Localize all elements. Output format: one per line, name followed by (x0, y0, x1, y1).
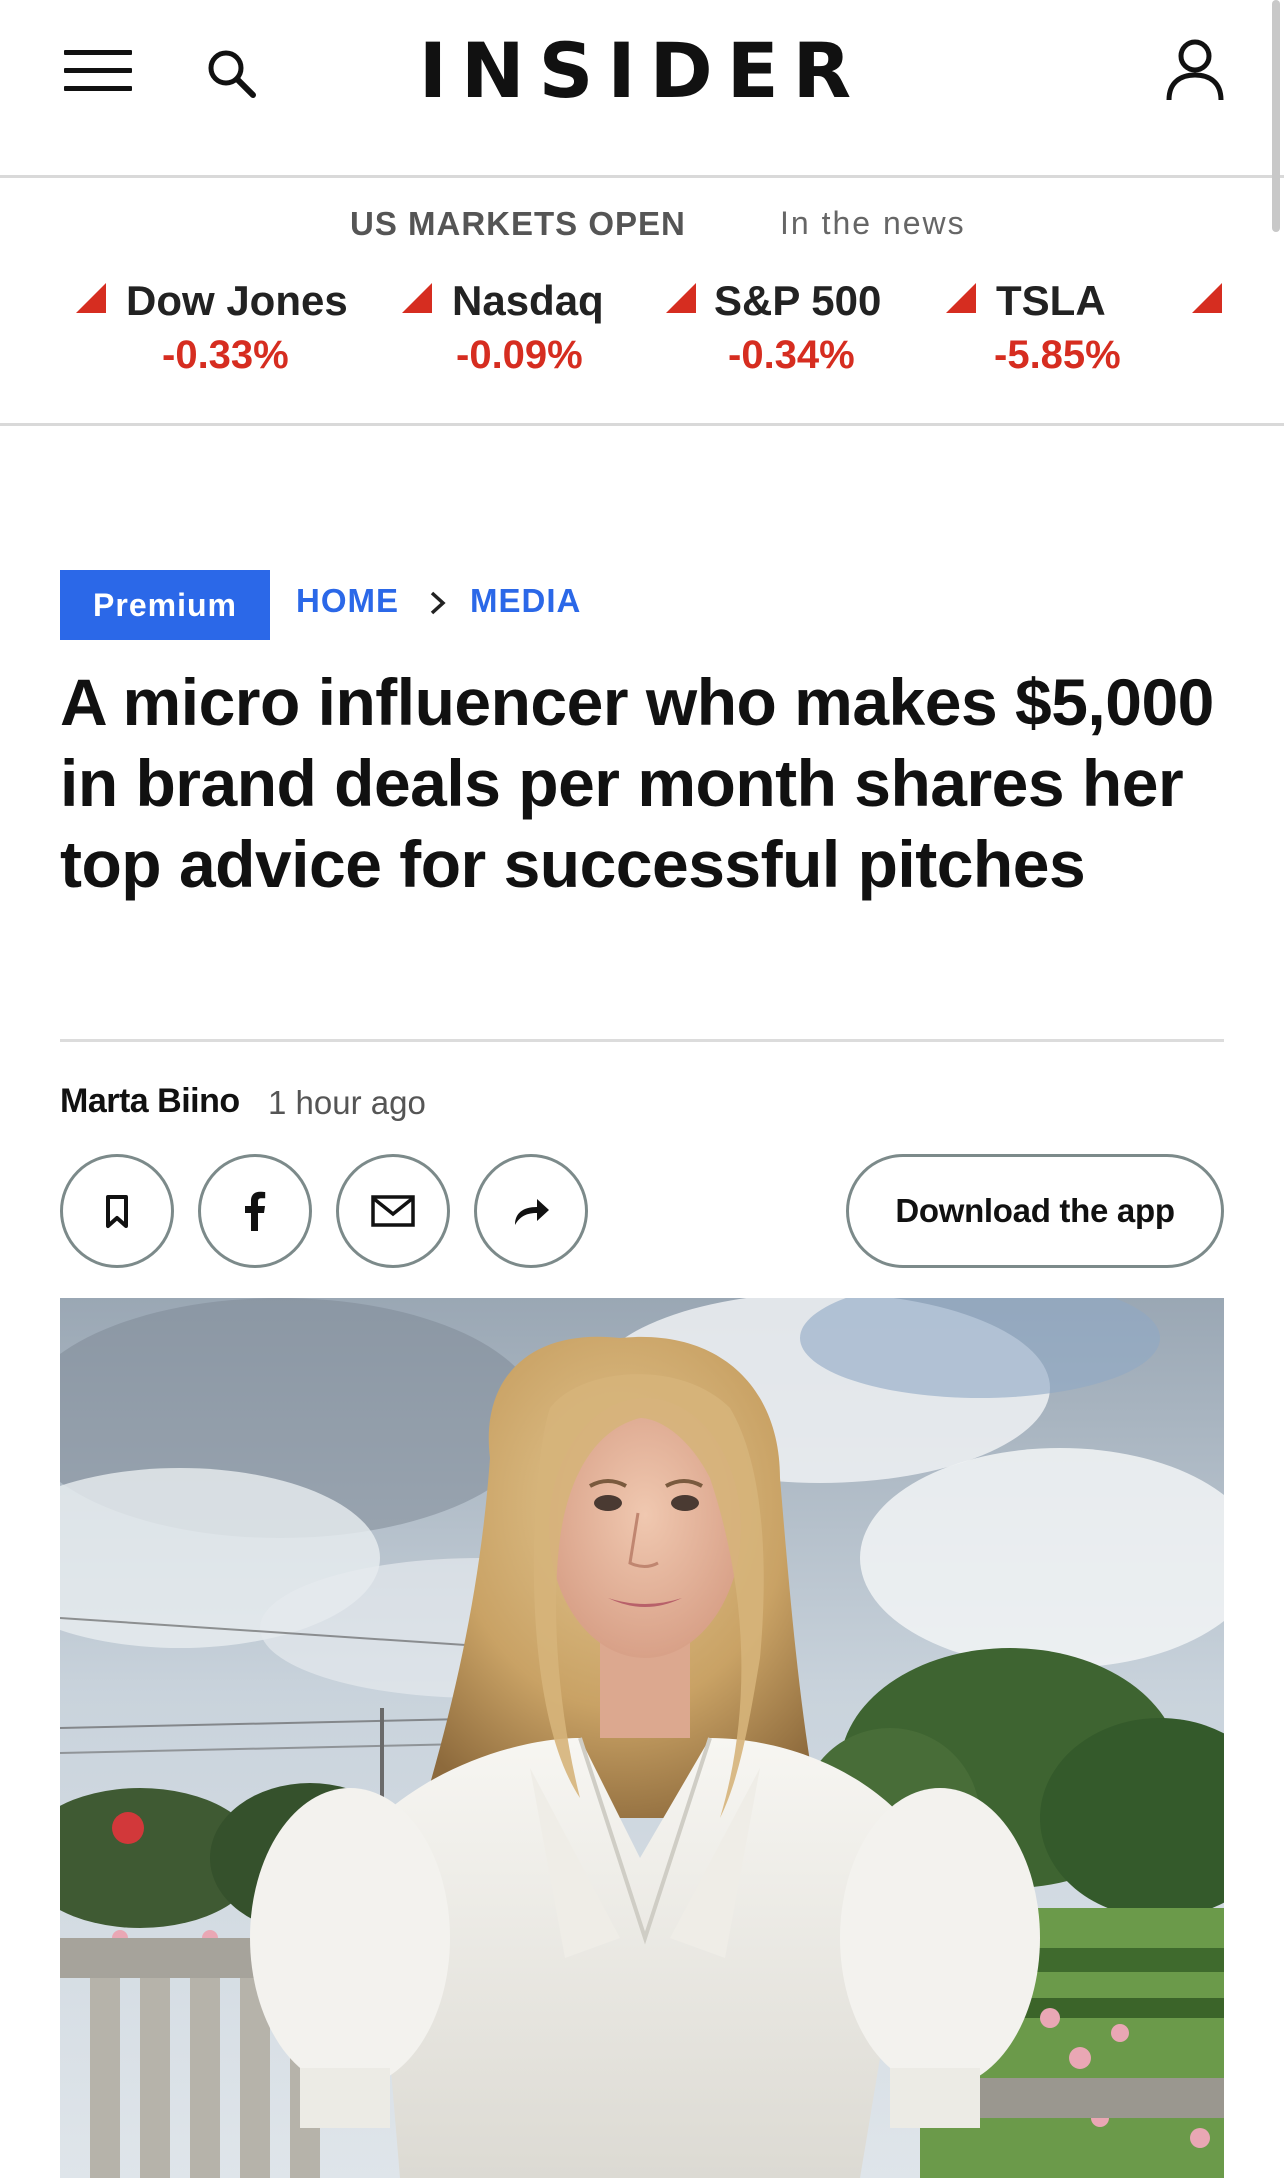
ticker-tsla[interactable]: TSLA -5.85% (946, 277, 1146, 387)
markets-ticker-bar: US MARKETS OPEN In the news Dow Jones -0… (0, 181, 1284, 426)
share-icon (515, 1199, 549, 1225)
down-arrow-icon (946, 283, 976, 313)
email-share-button[interactable] (336, 1154, 450, 1268)
bookmark-icon (106, 1195, 128, 1228)
share-button[interactable] (474, 1154, 588, 1268)
down-arrow-icon (76, 283, 106, 313)
ticker-next-partial[interactable] (1192, 277, 1252, 387)
email-icon (371, 1195, 415, 1227)
ticker-change: -0.34% (728, 333, 855, 377)
bookmark-button[interactable] (60, 1154, 174, 1268)
ticker-name: S&P 500 (714, 277, 882, 324)
article-headline: A micro influencer who makes $5,000 in b… (60, 665, 1214, 901)
ticker-nasdaq[interactable]: Nasdaq -0.09% (402, 277, 642, 387)
facebook-share-button[interactable] (198, 1154, 312, 1268)
user-account-icon[interactable] (1164, 38, 1226, 104)
chevron-right-icon (424, 588, 452, 618)
down-arrow-icon (666, 283, 696, 313)
byline-divider (60, 1039, 1224, 1042)
breadcrumb-media[interactable]: MEDIA (470, 582, 581, 620)
article-hero-image[interactable] (60, 1298, 1224, 2178)
down-arrow-icon (402, 283, 432, 313)
publish-time: 1 hour ago (268, 1084, 426, 1121)
ticker-change: -0.09% (456, 333, 583, 377)
down-arrow-icon (1192, 283, 1222, 313)
ticker-name: Nasdaq (452, 277, 604, 324)
download-app-button[interactable]: Download the app (846, 1154, 1224, 1268)
premium-badge[interactable]: Premium (60, 570, 270, 640)
ticker-name: Dow Jones (126, 277, 348, 324)
ticker-name: TSLA (996, 277, 1106, 324)
facebook-icon (245, 1191, 266, 1231)
ticker-change: -0.33% (162, 333, 289, 377)
ticker-change: -5.85% (994, 333, 1121, 377)
author-name[interactable]: Marta Biino (60, 1082, 240, 1121)
top-navigation-bar: INSIDER (0, 0, 1284, 232)
ticker-sp500[interactable]: S&P 500 -0.34% (666, 277, 906, 387)
ticker-dow-jones[interactable]: Dow Jones -0.33% (76, 277, 356, 387)
insider-logo[interactable]: INSIDER (0, 26, 1284, 116)
in-the-news-tab[interactable]: In the news (780, 205, 966, 242)
breadcrumb-home[interactable]: HOME (296, 582, 399, 620)
markets-status-tab[interactable]: US MARKETS OPEN (350, 205, 686, 243)
